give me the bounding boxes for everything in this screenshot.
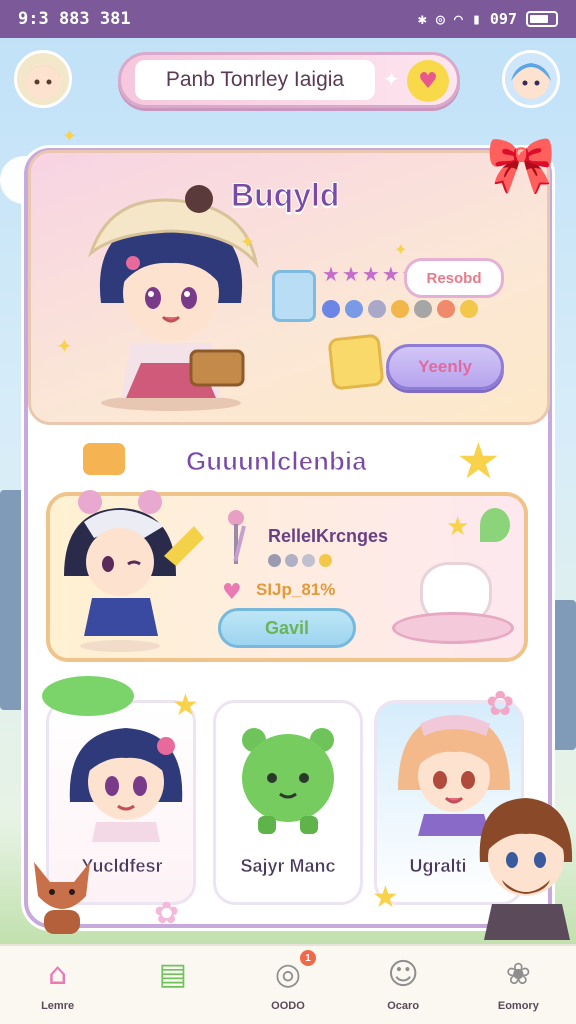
dot-icon bbox=[268, 554, 281, 567]
tile-1-character-illustration bbox=[69, 728, 183, 842]
heart-search-icon[interactable]: ♥ bbox=[407, 60, 449, 102]
status-bar: 9:3 883 381 ✱ ◎ ◠ ▮ 097 bbox=[0, 0, 576, 38]
alarm-icon: ✱ bbox=[417, 10, 427, 28]
featured-character-illustration bbox=[64, 490, 204, 652]
star-icon: ★ bbox=[381, 262, 400, 286]
nav-item-rings[interactable]: ◎ OODO bbox=[238, 954, 338, 1022]
nav-item-books[interactable]: ▤ bbox=[123, 954, 223, 1022]
star-icon: ★ bbox=[172, 688, 199, 723]
star-icon: ★ bbox=[361, 262, 380, 286]
dot-icon bbox=[414, 300, 432, 318]
featured-title: RelleIKrcnges bbox=[268, 526, 389, 546]
status-time: 9:3 883 381 bbox=[18, 9, 131, 29]
heart-icon bbox=[319, 554, 332, 567]
leaf-hat-icon bbox=[42, 676, 134, 716]
person-icon: ☺ bbox=[387, 956, 419, 992]
nav-item-home[interactable]: ⌂ Lemre bbox=[8, 954, 108, 1022]
battery-icon bbox=[526, 11, 558, 27]
sparkle-icon: ✦ bbox=[240, 232, 256, 253]
dot-icon bbox=[322, 300, 340, 318]
dot-icon bbox=[345, 300, 363, 318]
box-character-icon bbox=[327, 333, 385, 391]
bottom-nav: ⌂ Lemre ▤ ◎ OODO ☺ Ocaro ❀ Eomory bbox=[0, 944, 576, 1024]
section-title: Guuunlclenbia bbox=[186, 446, 368, 477]
dot-icon bbox=[302, 554, 315, 567]
nav-label-rings: OODO bbox=[271, 1000, 305, 1012]
chat-bubble-icon bbox=[80, 440, 128, 478]
nav-label-group: Eomory bbox=[497, 1000, 539, 1012]
nav-label-profile: Ocaro bbox=[387, 1000, 420, 1012]
sparkle-icon: ✦ bbox=[62, 126, 78, 147]
ribbon-icon: 🎀 bbox=[486, 133, 556, 198]
sparkle-icon: ✦ bbox=[383, 67, 400, 91]
tile-2-creature-illustration bbox=[242, 728, 334, 834]
flower-icon: ✿ bbox=[486, 684, 515, 724]
book-icon: ▤ bbox=[158, 956, 187, 992]
dot-icon bbox=[368, 300, 386, 318]
gift-icon bbox=[272, 270, 316, 322]
featured-price: SIJp_81% bbox=[256, 580, 336, 599]
keys-icon bbox=[228, 510, 246, 564]
hero-character-illustration bbox=[87, 185, 259, 411]
nav-item-profile[interactable]: ☺ Ocaro bbox=[353, 954, 453, 1022]
left-avatar[interactable] bbox=[14, 50, 72, 108]
cotton-candy-icon: ✿ bbox=[154, 896, 180, 931]
featured-action-button[interactable]: Gavil bbox=[218, 608, 356, 648]
house-decor bbox=[552, 600, 576, 750]
search-bar[interactable]: Panb Tonrley Iaigia ✦ ♥ bbox=[118, 52, 460, 108]
star-icon: ★ bbox=[322, 262, 340, 286]
signal-icon: ▮ bbox=[471, 10, 481, 28]
sparkle-icon: ✦ bbox=[394, 240, 408, 259]
nav-label-home: Lemre bbox=[41, 1000, 75, 1012]
hero-action-button[interactable]: Yeenly bbox=[386, 344, 504, 390]
location-icon: ◎ bbox=[435, 10, 445, 28]
balloon-icon bbox=[480, 508, 510, 542]
star-icon: ★ bbox=[341, 262, 360, 286]
plate-icon bbox=[392, 612, 514, 644]
notification-badge: 1 bbox=[300, 950, 316, 966]
hero-title: Buqyld bbox=[230, 177, 340, 214]
battery-text: 097 bbox=[489, 10, 517, 28]
home-icon: ⌂ bbox=[48, 956, 68, 992]
chibi-face-icon bbox=[511, 63, 551, 99]
dot-icon bbox=[285, 554, 298, 567]
group-icon: ❀ bbox=[505, 956, 531, 992]
nav-item-group[interactable]: ❀ Eomory bbox=[468, 954, 568, 1022]
chibi-face-icon bbox=[25, 63, 61, 99]
heart-icon bbox=[460, 300, 478, 318]
sparkle-icon: ✦ bbox=[56, 334, 73, 358]
search-input[interactable]: Panb Tonrley Iaigia bbox=[135, 60, 375, 100]
fox-character-icon bbox=[34, 862, 90, 934]
star-icon: ★ bbox=[446, 512, 470, 542]
featured-dots bbox=[268, 554, 332, 567]
star-icon: ★ bbox=[372, 880, 399, 915]
heart-icon: ♥ bbox=[222, 580, 242, 605]
tile-2-label: Sajyr Manc bbox=[240, 856, 336, 876]
review-badge[interactable]: Resobd bbox=[404, 258, 504, 298]
progress-dots bbox=[322, 300, 478, 318]
star-face-icon: ★ bbox=[456, 432, 501, 490]
dot-icon bbox=[391, 300, 409, 318]
wifi-icon: ◠ bbox=[453, 10, 463, 28]
bearded-character-icon bbox=[479, 798, 573, 940]
dot-icon bbox=[437, 300, 455, 318]
right-avatar[interactable] bbox=[502, 50, 560, 108]
